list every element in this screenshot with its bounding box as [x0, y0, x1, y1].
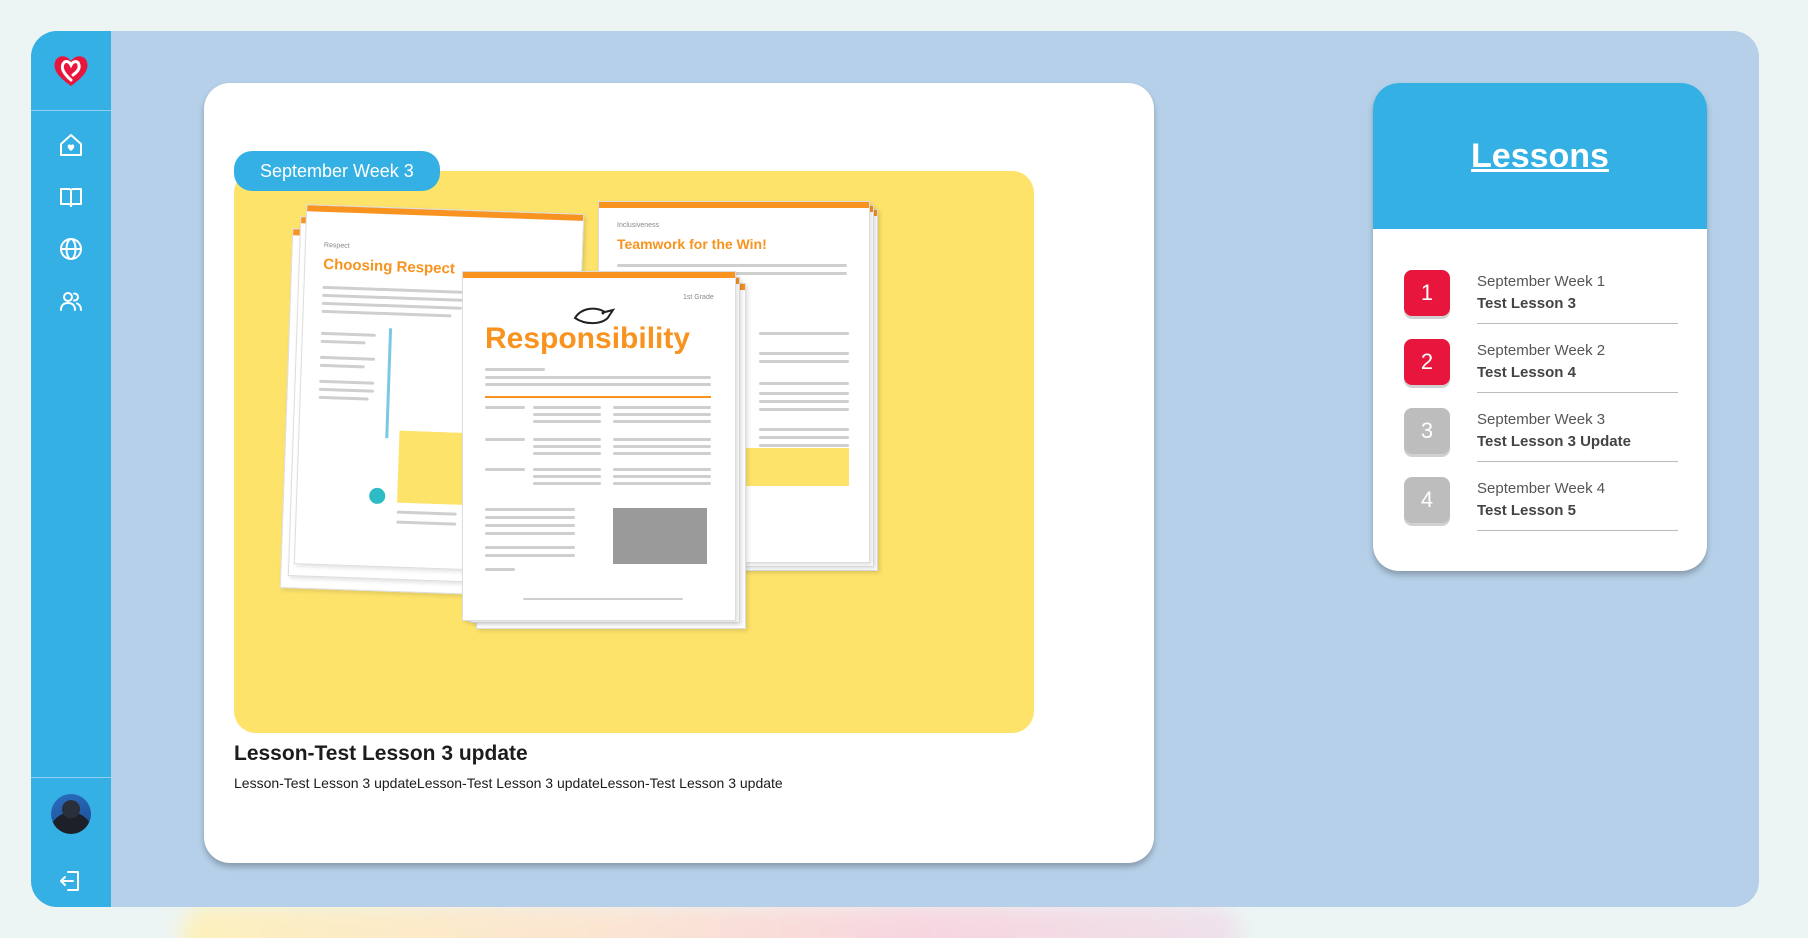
lesson-name: Test Lesson 4 [1477, 364, 1576, 381]
nav-community[interactable] [31, 278, 111, 324]
globe-icon [60, 238, 82, 260]
doc-left-title: Choosing Respect [322, 255, 456, 278]
divider [1477, 392, 1678, 393]
heart-logo-icon[interactable] [31, 31, 111, 111]
lesson-item-1[interactable]: 1 September Week 1 Test Lesson 3 [1404, 267, 1684, 327]
lesson-week: September Week 1 [1477, 273, 1606, 290]
logout-icon [60, 871, 79, 891]
lesson-name: Test Lesson 3 Update [1477, 433, 1631, 450]
avatar[interactable] [51, 794, 91, 834]
logout-button[interactable] [48, 858, 94, 904]
lesson-week: September Week 4 [1477, 480, 1606, 497]
lesson-item-4[interactable]: 4 September Week 4 Test Lesson 5 [1404, 474, 1684, 534]
bottom-glow [180, 905, 1240, 938]
doc-front-center: 1st Grade Responsibility [462, 271, 736, 621]
lesson-number-badge: 1 [1404, 270, 1450, 316]
lessons-panel: Lessons 1 September Week 1 Test Lesson 3… [1373, 83, 1707, 571]
lessons-heading[interactable]: Lessons [1471, 137, 1609, 176]
lesson-title: Lesson-Test Lesson 3 update [234, 742, 528, 765]
doc-left-label: Respect [323, 241, 350, 250]
divider [1477, 461, 1678, 462]
divider [1477, 530, 1678, 531]
divider [1477, 323, 1678, 324]
doc-right-title: Teamwork for the Win! [617, 236, 767, 252]
lesson-preview-image[interactable]: Respect Choosing Respect Inclusiveness T… [234, 171, 1034, 733]
doc-center-title: Responsibility [485, 322, 691, 355]
lesson-name: Test Lesson 3 [1477, 295, 1576, 312]
home-icon [60, 134, 82, 156]
sidebar-footer [31, 777, 111, 907]
lesson-number-badge: 4 [1404, 477, 1450, 523]
lesson-detail-card: September Week 3 Respect Choosing Respec… [204, 83, 1154, 863]
lessons-header: Lessons [1373, 83, 1707, 229]
nav-world[interactable] [31, 226, 111, 272]
lesson-week: September Week 2 [1477, 342, 1606, 359]
lesson-item-2[interactable]: 2 September Week 2 Test Lesson 4 [1404, 336, 1684, 396]
book-icon [60, 188, 82, 207]
lesson-name: Test Lesson 5 [1477, 502, 1576, 519]
lesson-week: September Week 3 [1477, 411, 1606, 428]
nav-lessons[interactable] [31, 174, 111, 220]
sidebar [31, 31, 111, 907]
lesson-number-badge: 3 [1404, 408, 1450, 454]
doc-center-grade: 1st Grade [683, 294, 714, 301]
doc-right-label: Inclusiveness [617, 222, 660, 229]
lesson-description: Lesson-Test Lesson 3 updateLesson-Test L… [234, 775, 783, 791]
users-icon [60, 292, 82, 311]
nav-home[interactable] [31, 122, 111, 168]
lesson-item-3[interactable]: 3 September Week 3 Test Lesson 3 Update [1404, 405, 1684, 465]
app-shell: September Week 3 Respect Choosing Respec… [31, 31, 1759, 907]
week-badge: September Week 3 [234, 151, 440, 191]
lesson-number-badge: 2 [1404, 339, 1450, 385]
